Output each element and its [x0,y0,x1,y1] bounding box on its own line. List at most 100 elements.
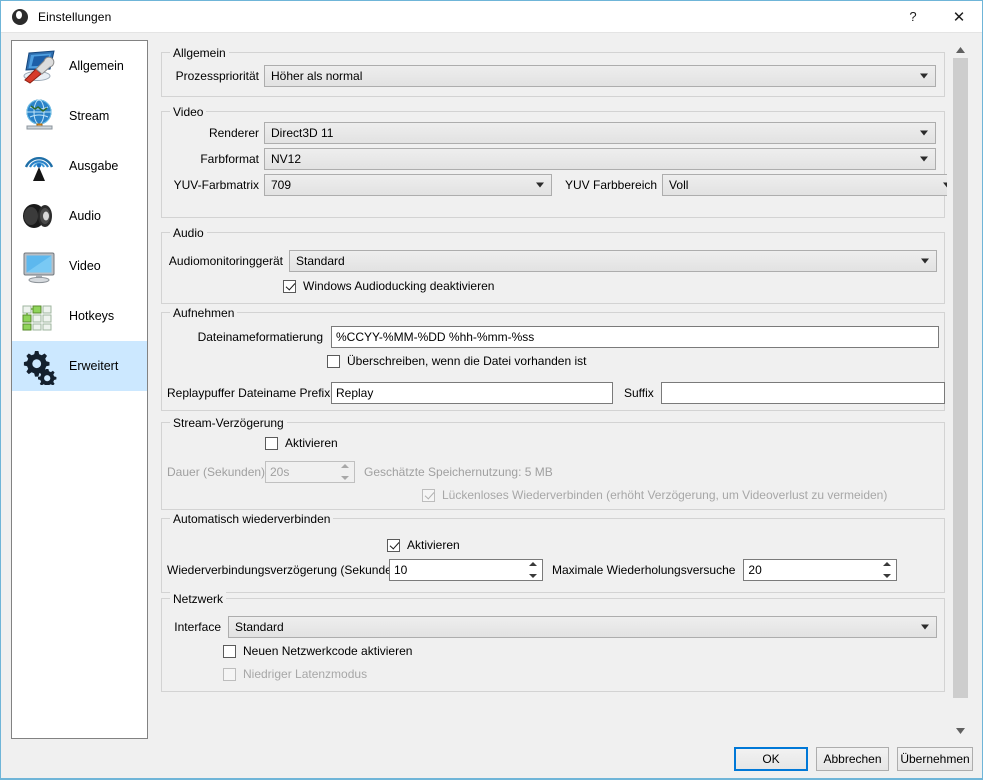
scrollbar-thumb[interactable] [953,58,968,698]
suffix-label: Suffix [624,386,654,400]
max-retries-value: 20 [748,563,761,577]
interface-select[interactable]: Standard [228,616,937,638]
audioducking-checkbox[interactable] [283,280,296,293]
sidebar-item-allgemein[interactable]: Allgemein [12,41,147,91]
renderer-select[interactable]: Direct3D 11 [264,122,936,144]
color-format-label: Farbformat [167,152,259,166]
seamless-reconnect-checkbox[interactable] [422,489,435,502]
replay-prefix-label: Replaypuffer Dateiname Prefix [167,386,323,400]
suffix-input[interactable] [661,382,945,404]
overwrite-checkbox[interactable] [327,355,340,368]
overwrite-label: Überschreiben, wenn die Datei vorhanden … [347,354,586,368]
sidebar-item-video[interactable]: Video [12,241,147,291]
dialog-footer: OK Abbrechen Übernehmen [1,743,982,779]
color-format-select[interactable]: NV12 [264,148,936,170]
content-scrollbar[interactable] [951,41,968,739]
title-separator [1,32,982,33]
output-antenna-icon [20,147,58,185]
overwrite-checkbox-row[interactable]: Überschreiben, wenn die Datei vorhanden … [327,354,586,368]
stream-delay-enable-label: Aktivieren [285,436,338,450]
yuv-range-value: Voll [669,178,688,192]
renderer-label: Renderer [167,126,259,140]
yuv-matrix-value: 709 [271,178,291,192]
retry-delay-label: Wiederverbindungsverzögerung (Sekunden) [167,563,382,577]
process-priority-label: Prozesspriorität [167,69,259,83]
stream-delay-enable-checkbox[interactable] [265,437,278,450]
max-retries-label: Maximale Wiederholungsversuche [552,563,735,577]
chevron-down-icon [921,259,929,264]
chevron-down-icon [921,625,929,630]
keyboard-nodes-icon [20,297,58,335]
scroll-up-arrow-icon[interactable] [952,41,969,58]
settings-sidebar[interactable]: Allgemein Stream [11,40,148,739]
filename-format-input[interactable]: %CCYY-%MM-%DD %hh-%mm-%ss [331,326,939,348]
bottom-accent-strip [1,778,982,779]
ok-button[interactable]: OK [734,747,808,771]
sidebar-item-label: Video [69,259,101,273]
auto-reconnect-enable-checkbox[interactable] [387,539,400,552]
cancel-button[interactable]: Abbrechen [816,747,889,771]
retry-delay-stepper[interactable]: 10 [389,559,543,581]
retry-delay-row: Wiederverbindungsverzögerung (Sekunden) … [167,559,897,581]
scrollbar-track[interactable] [952,58,969,722]
low-latency-checkbox[interactable] [223,668,236,681]
group-title: Video [170,105,206,119]
yuv-matrix-select[interactable]: 709 [264,174,552,196]
audioducking-label: Windows Audioducking deaktivieren [303,279,494,293]
apply-button[interactable]: Übernehmen [897,747,973,771]
sidebar-item-label: Stream [69,109,109,123]
max-retries-stepper[interactable]: 20 [743,559,897,581]
stream-delay-duration-value: 20s [270,465,289,479]
sidebar-item-label: Ausgabe [69,159,118,173]
chevron-down-icon [920,157,928,162]
settings-content-panel: Allgemein Prozesspriorität Höher als nor… [157,40,947,739]
audioducking-checkbox-row[interactable]: Windows Audioducking deaktivieren [283,279,494,293]
color-format-row: Farbformat NV12 [167,148,936,170]
sidebar-item-label: Hotkeys [69,309,114,323]
auto-reconnect-enable-row[interactable]: Aktivieren [387,538,460,552]
sidebar-item-audio[interactable]: Audio [12,191,147,241]
new-netcode-checkbox[interactable] [223,645,236,658]
gears-icon [20,347,58,385]
seamless-reconnect-row[interactable]: Lückenloses Wiederverbinden (erhöht Verz… [422,488,887,502]
scroll-down-arrow-icon[interactable] [952,722,969,739]
yuv-range-select[interactable]: Voll [662,174,947,196]
group-auto-reconnect: Automatisch wiederverbinden [161,518,945,593]
filename-format-row: Dateinameformatierung %CCYY-%MM-%DD %hh-… [167,326,939,348]
stream-delay-duration-label: Dauer (Sekunden) [167,465,259,479]
yuv-matrix-label: YUV-Farbmatrix [167,178,259,192]
new-netcode-row[interactable]: Neuen Netzwerkcode aktivieren [223,644,412,658]
stepper-arrows-icon[interactable] [525,561,541,579]
stream-delay-duration-stepper[interactable]: 20s [265,461,355,483]
window-title: Einstellungen [38,10,111,24]
chevron-down-icon [920,131,928,136]
close-icon[interactable]: ✕ [936,1,982,32]
auto-reconnect-enable-label: Aktivieren [407,538,460,552]
audio-monitor-value: Standard [296,254,345,268]
replay-prefix-value: Replay [336,386,373,400]
replay-prefix-input[interactable]: Replay [331,382,613,404]
filename-format-value: %CCYY-%MM-%DD %hh-%mm-%ss [336,330,534,344]
sidebar-item-stream[interactable]: Stream [12,91,147,141]
speaker-icon [20,197,58,235]
renderer-row: Renderer Direct3D 11 [167,122,936,144]
sidebar-item-label: Allgemein [69,59,124,73]
group-title: Audio [170,226,207,240]
group-title: Automatisch wiederverbinden [170,512,333,526]
stream-delay-memory-text: Geschätzte Speichernutzung: 5 MB [364,465,553,479]
stepper-arrows-icon[interactable] [337,463,353,481]
globe-broadcast-icon [20,97,58,135]
process-priority-select[interactable]: Höher als normal [264,65,936,87]
stepper-arrows-icon[interactable] [879,561,895,579]
sidebar-item-hotkeys[interactable]: Hotkeys [12,291,147,341]
settings-dialog: Einstellungen ? ✕ Allgemein [0,0,983,780]
stream-delay-enable-row[interactable]: Aktivieren [265,436,338,450]
low-latency-row[interactable]: Niedriger Latenzmodus [223,667,367,681]
help-button[interactable]: ? [890,1,936,32]
sidebar-item-ausgabe[interactable]: Ausgabe [12,141,147,191]
group-title: Netzwerk [170,592,226,606]
sidebar-item-erweitert[interactable]: Erweitert [12,341,147,391]
obs-logo-icon [12,9,28,25]
color-format-value: NV12 [271,152,301,166]
audio-monitor-select[interactable]: Standard [289,250,937,272]
